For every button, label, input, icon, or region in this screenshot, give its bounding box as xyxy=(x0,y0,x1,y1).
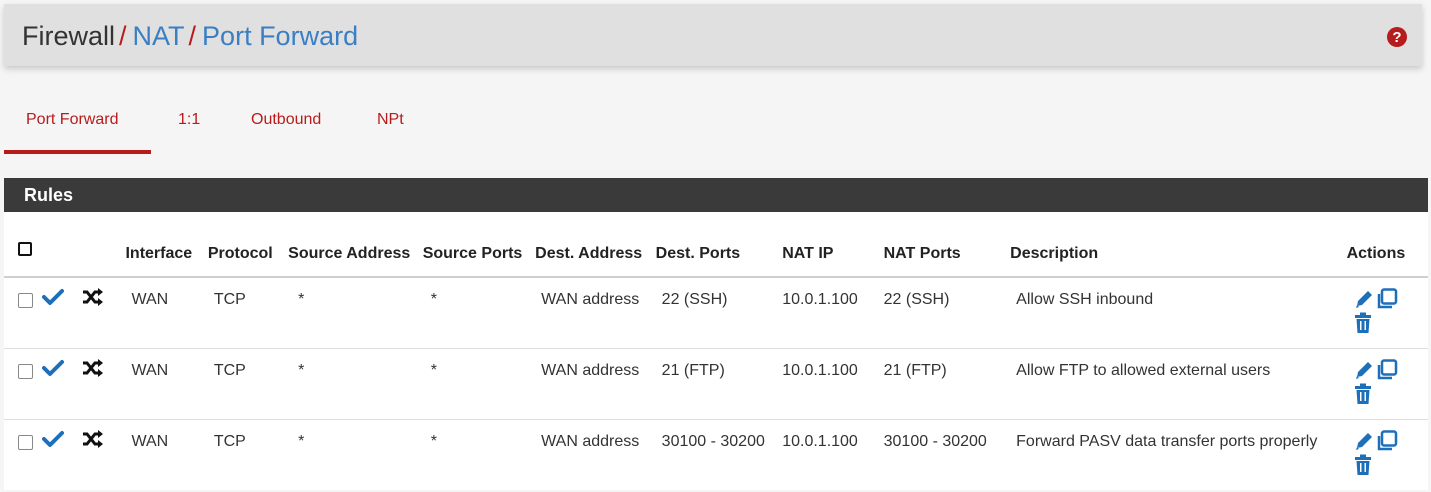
row-select-cell xyxy=(4,348,39,420)
shuffle-icon xyxy=(82,288,104,314)
rule-source-ports: * xyxy=(430,433,437,450)
tab-npt[interactable]: NPt xyxy=(377,108,404,154)
rule-source-address: * xyxy=(298,433,305,450)
rules-panel: Rules Interface Protocol Source Address … xyxy=(4,178,1428,490)
rule-actions xyxy=(1342,277,1428,349)
rule-description: Allow SSH inbound xyxy=(1006,277,1343,349)
rule-source-address: * xyxy=(284,277,419,349)
breadcrumb-nat[interactable]: NAT xyxy=(133,21,185,51)
rule-description: Forward PASV data transfer ports properl… xyxy=(1016,433,1318,450)
shuffle-icon xyxy=(82,430,104,456)
col-source-ports[interactable]: Source Ports xyxy=(418,212,532,278)
col-source-address[interactable]: Source Address xyxy=(284,212,419,278)
rule-nat-ports: 21 (FTP) xyxy=(879,348,1007,420)
tab-port-forward[interactable]: Port Forward xyxy=(4,108,151,154)
breadcrumb-firewall: Firewall xyxy=(22,21,116,51)
tab-one-to-one[interactable]: 1:1 xyxy=(178,108,200,154)
rule-protocol: TCP xyxy=(213,433,246,450)
col-nat-ports[interactable]: NAT Ports xyxy=(879,212,1007,278)
trash-icon[interactable] xyxy=(1353,312,1373,342)
rule-nat-ports: 22 (SSH) xyxy=(879,277,1007,349)
select-all-cell xyxy=(4,212,39,278)
rule-source-ports: * xyxy=(418,348,532,420)
rule-protocol: TCP xyxy=(203,348,285,420)
table-row[interactable]: WAN TCP * * WAN address 30100 - 30200 10.0.1.1… xyxy=(4,420,1428,491)
row-checkbox[interactable] xyxy=(18,293,33,308)
rule-nat-ip: 10.0.1.100 xyxy=(778,277,880,349)
col-nat-ip[interactable]: NAT IP xyxy=(778,212,880,278)
rule-nat-cell xyxy=(78,420,121,491)
rule-nat-cell xyxy=(78,277,122,349)
rule-dest-address: WAN address xyxy=(531,277,652,349)
col-protocol[interactable]: Protocol xyxy=(203,212,285,278)
row-checkbox[interactable] xyxy=(18,364,33,379)
row-checkbox[interactable] xyxy=(18,435,33,450)
rule-enabled-cell xyxy=(38,348,79,420)
rule-description: Allow FTP to allowed external users xyxy=(1006,348,1343,420)
rule-nat-cell xyxy=(78,348,122,420)
rules-title: Rules xyxy=(4,178,1428,212)
rule-dest-ports: 21 (FTP) xyxy=(651,348,779,420)
trash-icon[interactable] xyxy=(1353,383,1373,413)
rule-enabled-cell xyxy=(38,420,78,491)
copy-icon[interactable] xyxy=(1375,359,1399,389)
page-header: Firewall / NAT / Port Forward ? xyxy=(4,4,1422,66)
rule-protocol: TCP xyxy=(203,277,285,349)
check-icon[interactable] xyxy=(42,288,65,314)
breadcrumb-separator: / xyxy=(119,21,127,51)
table-row[interactable]: WAN TCP * * WAN address 22 (SSH) 10.0.1.100 22 … xyxy=(4,277,1428,349)
col-dest-ports[interactable]: Dest. Ports xyxy=(651,212,779,278)
breadcrumb-separator: / xyxy=(188,21,197,51)
col-actions: Actions xyxy=(1342,212,1428,278)
rule-nat-ip: 10.0.1.100 xyxy=(778,348,880,420)
rule-dest-ports: 30100 - 30200 xyxy=(661,433,765,450)
rule-actions xyxy=(1343,420,1428,491)
svg-text:?: ? xyxy=(1392,29,1401,46)
table-header-row: Interface Protocol Source Address Source… xyxy=(4,212,1428,278)
tab-outbound[interactable]: Outbound xyxy=(251,108,321,154)
breadcrumb: Firewall / NAT / Port Forward xyxy=(22,21,358,51)
rule-interface: WAN xyxy=(121,277,204,349)
rule-dest-ports: 22 (SSH) xyxy=(651,277,779,349)
breadcrumb-port-forward[interactable]: Port Forward xyxy=(202,21,358,51)
col-description[interactable]: Description xyxy=(1006,212,1343,278)
question-circle-icon[interactable]: ? xyxy=(1386,26,1408,48)
shuffle-icon xyxy=(82,359,104,385)
rule-nat-ip: 10.0.1.100 xyxy=(782,433,858,450)
row-select-cell xyxy=(4,420,38,491)
col-interface[interactable]: Interface xyxy=(121,212,204,278)
rule-source-ports: * xyxy=(418,277,532,349)
copy-icon[interactable] xyxy=(1375,430,1399,460)
rule-source-address: * xyxy=(284,348,419,420)
rules-table: Interface Protocol Source Address Source… xyxy=(4,212,1428,490)
select-all-checkbox[interactable] xyxy=(18,242,32,256)
rule-actions xyxy=(1342,348,1428,420)
rule-enabled-cell xyxy=(38,277,79,349)
check-icon[interactable] xyxy=(42,430,65,456)
trash-icon[interactable] xyxy=(1353,454,1373,484)
col-dest-address[interactable]: Dest. Address xyxy=(531,212,652,278)
rule-dest-address: WAN address xyxy=(531,348,652,420)
row-select-cell xyxy=(4,277,39,349)
copy-icon[interactable] xyxy=(1375,288,1399,318)
check-icon[interactable] xyxy=(42,359,65,385)
table-row[interactable]: WAN TCP * * WAN address 21 (FTP) 10.0.1.100 21 … xyxy=(4,348,1428,420)
rule-nat-ports: 30100 - 30200 xyxy=(883,433,987,450)
rule-interface: WAN xyxy=(131,433,169,450)
rule-interface: WAN xyxy=(121,348,204,420)
rule-dest-address: WAN address xyxy=(541,433,640,450)
